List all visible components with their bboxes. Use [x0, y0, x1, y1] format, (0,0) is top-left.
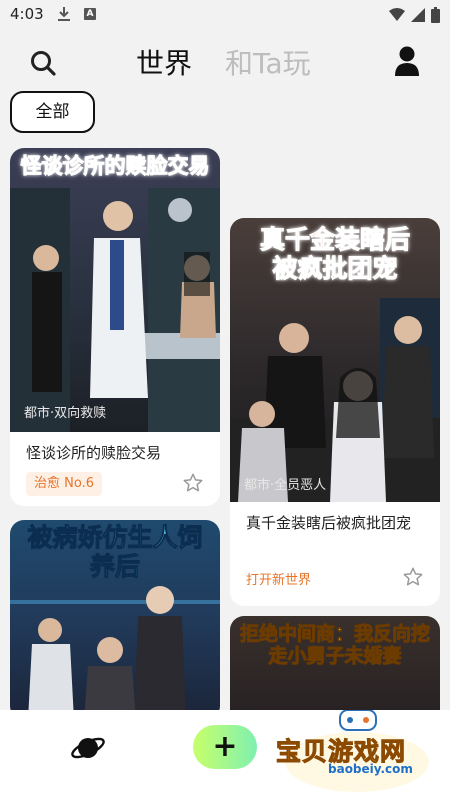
- signal-icon: [411, 8, 425, 22]
- watermark-url: baobeiy.com: [328, 762, 413, 776]
- story-title: 真千金装瞎后被疯批团宠: [246, 514, 412, 532]
- status-time: 4:03: [10, 5, 44, 23]
- star-icon[interactable]: [182, 472, 204, 494]
- cover-illustration: [10, 188, 220, 432]
- story-cover: 真千金装瞎后被疯批团宠 都市·全员恶人: [230, 218, 440, 502]
- notification-a-icon: A: [84, 8, 96, 20]
- story-cover: 被病娇仿生人饲养后: [10, 520, 220, 720]
- bottom-nav: + 宝贝游戏网 baobeiy.com: [0, 710, 450, 800]
- cover-title: 被病娇仿生人饲养后: [27, 523, 203, 581]
- cover-tag: 都市·双向救赎: [24, 406, 107, 421]
- footer-label: 打开新世界: [246, 573, 312, 588]
- star-icon[interactable]: [402, 566, 424, 588]
- story-card[interactable]: 真千金装瞎后被疯批团宠 都市·全员恶人 真千金装瞎后被疯批团宠 打开新世界: [230, 218, 440, 606]
- story-footer: 治愈 No.6: [26, 472, 204, 498]
- cover-title: 真千金装瞎后被疯批团宠: [259, 225, 410, 283]
- search-icon[interactable]: [28, 48, 58, 78]
- status-bar: 4:03 A: [0, 0, 450, 30]
- rank-badge: 治愈 No.6: [26, 472, 102, 496]
- story-title: 怪谈诊所的赎脸交易: [26, 444, 162, 462]
- planet-icon[interactable]: [70, 730, 106, 766]
- status-icons: [389, 6, 440, 24]
- story-footer: 打开新世界: [246, 566, 424, 592]
- cover-title: 拒绝中间商：我反向挖走小舅子未婚妻: [240, 623, 431, 668]
- battery-icon: [431, 7, 440, 23]
- cover-title: 怪谈诊所的赎脸交易: [20, 153, 210, 178]
- profile-icon[interactable]: [392, 45, 422, 77]
- plus-icon: +: [212, 729, 238, 764]
- tab-play-with-ta[interactable]: 和Ta玩: [225, 42, 311, 82]
- story-card[interactable]: 被病娇仿生人饲养后: [10, 520, 220, 720]
- filter-chip-all[interactable]: 全部: [10, 91, 95, 133]
- cover-tag: 都市·全员恶人: [244, 478, 327, 493]
- story-card[interactable]: 怪谈诊所的赎脸交易 都市·双向救赎 怪谈诊所的赎脸交易 治愈 No.6: [10, 148, 220, 506]
- create-button[interactable]: +: [193, 725, 257, 769]
- download-icon: [58, 7, 70, 21]
- watermark-logo: 宝贝游戏网 baobeiy.com: [270, 710, 445, 800]
- top-header: 世界 和Ta玩: [0, 40, 450, 84]
- tab-world[interactable]: 世界: [136, 42, 192, 82]
- story-cover: 怪谈诊所的赎脸交易 都市·双向救赎: [10, 148, 220, 432]
- wifi-icon: [389, 8, 405, 21]
